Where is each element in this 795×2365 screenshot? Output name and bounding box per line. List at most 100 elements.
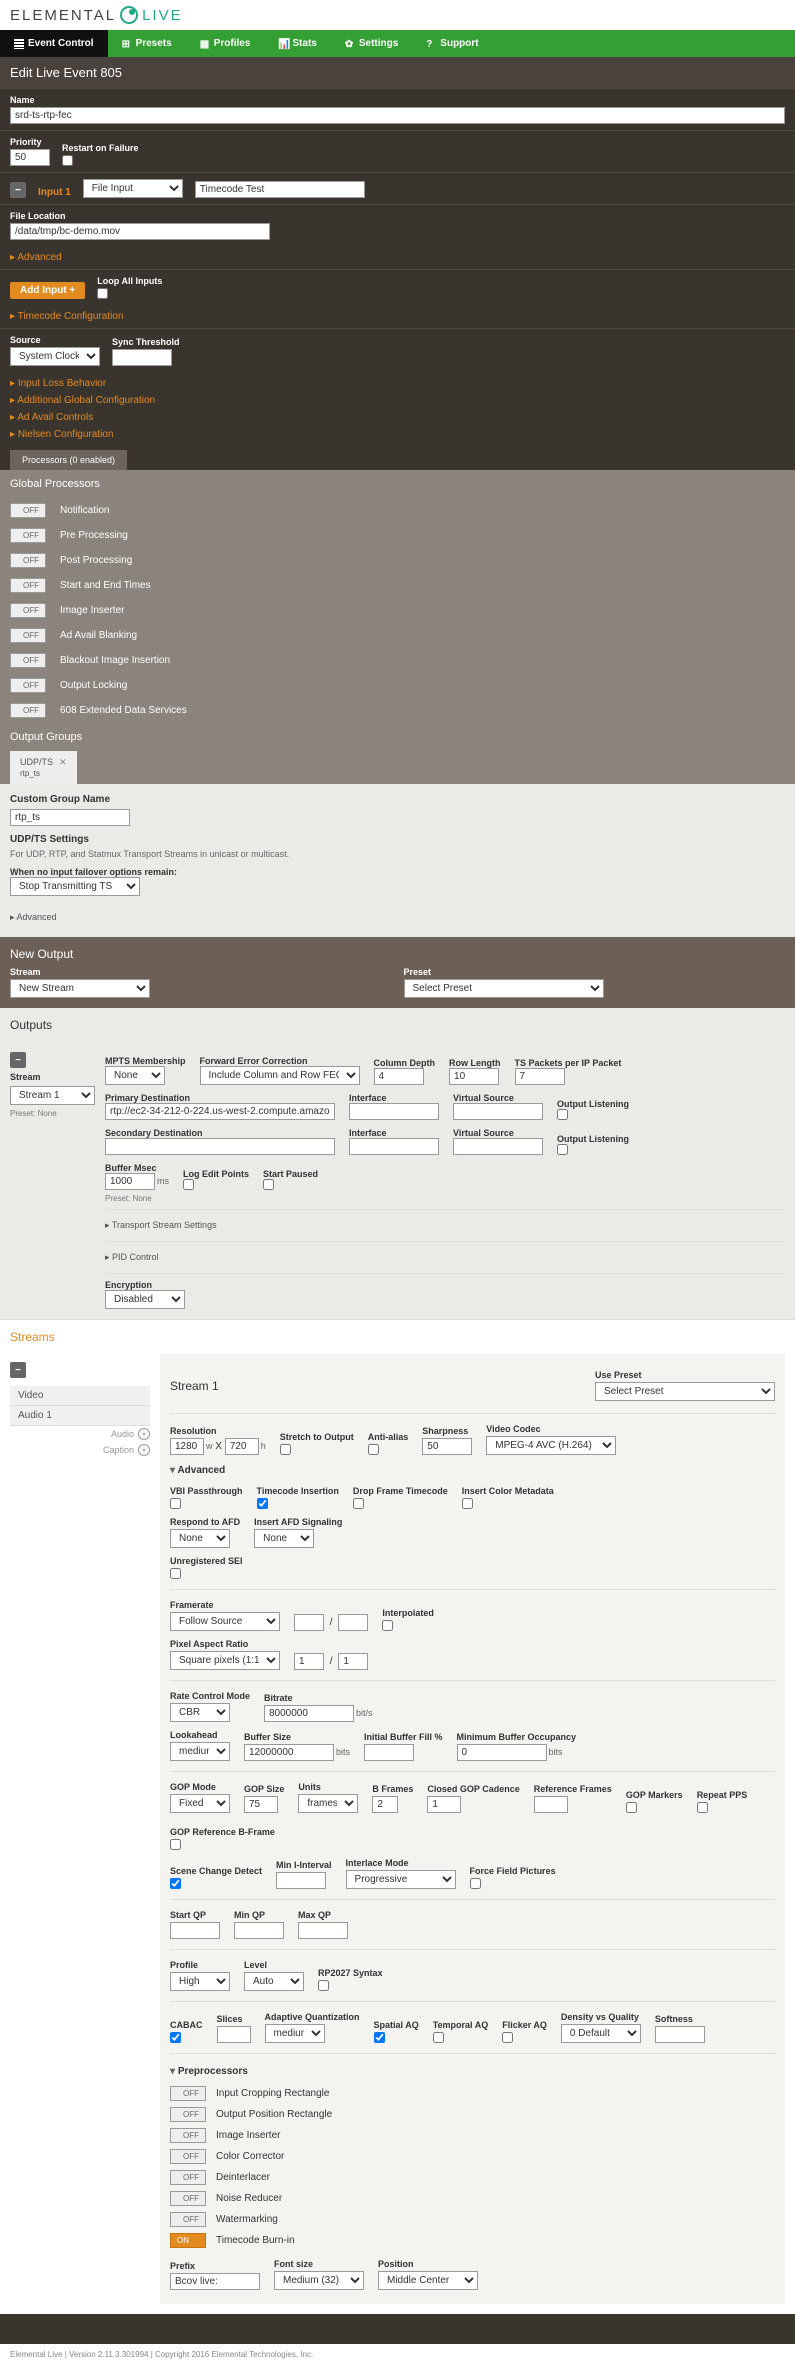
res-w-input[interactable] [170, 1438, 204, 1455]
toggle-color-corrector[interactable]: OFF [170, 2149, 206, 2164]
use-preset-select[interactable]: Select Preset [595, 1382, 775, 1401]
add-input-button[interactable]: Add Input + [10, 282, 85, 299]
rate-control-select[interactable]: CBR [170, 1703, 230, 1722]
toggle-image-inserter[interactable]: OFF [10, 603, 46, 618]
profile-select[interactable]: High [170, 1972, 230, 1991]
column-depth-input[interactable] [374, 1068, 424, 1085]
timecode-insertion-checkbox[interactable] [257, 1498, 268, 1509]
font-size-select[interactable]: Medium (32) [274, 2271, 364, 2290]
par-den-input[interactable] [338, 1653, 368, 1670]
gop-ref-bframe-checkbox[interactable] [170, 1839, 181, 1850]
scene-change-checkbox[interactable] [170, 1878, 181, 1889]
temporal-aq-checkbox[interactable] [433, 2032, 444, 2043]
min-i-interval-input[interactable] [276, 1872, 326, 1889]
toggle-start-end-times[interactable]: OFF [10, 578, 46, 593]
force-field-checkbox[interactable] [470, 1878, 481, 1889]
closed-gop-input[interactable] [427, 1796, 461, 1813]
primary-output-listening-checkbox[interactable] [557, 1109, 568, 1120]
secondary-interface-input[interactable] [349, 1138, 439, 1155]
interpolated-checkbox[interactable] [382, 1620, 393, 1631]
start-paused-checkbox[interactable] [263, 1179, 274, 1190]
ad-avail-controls-link[interactable]: Ad Avail Controls [10, 412, 785, 423]
input-type-select[interactable]: File Input [83, 179, 183, 198]
log-edit-points-checkbox[interactable] [183, 1179, 194, 1190]
additional-global-config-link[interactable]: Additional Global Configuration [10, 395, 785, 406]
level-select[interactable]: Auto [244, 1972, 304, 1991]
min-buffer-occupancy-input[interactable] [457, 1744, 547, 1761]
max-qp-input[interactable] [298, 1922, 348, 1939]
gop-size-input[interactable] [244, 1796, 278, 1813]
toggle-deinterlacer[interactable]: OFF [170, 2170, 206, 2185]
toggle-608-extended[interactable]: OFF [10, 703, 46, 718]
secondary-virtual-source-input[interactable] [453, 1138, 543, 1155]
start-qp-input[interactable] [170, 1922, 220, 1939]
priority-input[interactable] [10, 149, 50, 166]
sync-threshold-input[interactable] [112, 349, 172, 366]
toggle-timecode-burnin[interactable]: ON [170, 2233, 206, 2248]
custom-group-name-input[interactable] [10, 809, 130, 826]
prefix-input[interactable] [170, 2273, 260, 2290]
vbi-checkbox[interactable] [170, 1498, 181, 1509]
insert-color-checkbox[interactable] [462, 1498, 473, 1509]
row-length-input[interactable] [449, 1068, 499, 1085]
min-qp-input[interactable] [234, 1922, 284, 1939]
toggle-image-inserter-pp[interactable]: OFF [170, 2128, 206, 2143]
toggle-noise-reducer[interactable]: OFF [170, 2191, 206, 2206]
add-caption-button[interactable]: Caption+ [10, 1442, 150, 1458]
pid-control-toggle[interactable]: PID Control [105, 1248, 785, 1267]
lookahead-select[interactable]: medium [170, 1742, 230, 1761]
insert-afd-select[interactable]: None [254, 1529, 314, 1548]
nav-event-control[interactable]: Event Control [0, 30, 108, 57]
buffer-msec-input[interactable] [105, 1173, 155, 1190]
output-group-tab[interactable]: UDP/TS✕ rtp_ts [10, 751, 77, 784]
sidebar-video[interactable]: Video [10, 1386, 150, 1406]
add-audio-button[interactable]: Audio+ [10, 1426, 150, 1442]
processors-tab[interactable]: Processors (0 enabled) [10, 450, 127, 470]
rp2027-checkbox[interactable] [318, 1980, 329, 1991]
remove-stream-button[interactable]: − [10, 1362, 26, 1378]
stream-advanced-toggle[interactable]: Advanced [170, 1459, 775, 1482]
sidebar-audio1[interactable]: Audio 1 [10, 1406, 150, 1426]
spatial-aq-checkbox[interactable] [374, 2032, 385, 2043]
toggle-output-locking[interactable]: OFF [10, 678, 46, 693]
close-icon[interactable]: ✕ [59, 757, 67, 767]
secondary-output-listening-checkbox[interactable] [557, 1144, 568, 1155]
new-preset-select[interactable]: Select Preset [404, 979, 604, 998]
toggle-output-position[interactable]: OFF [170, 2107, 206, 2122]
framerate-den-input[interactable] [338, 1614, 368, 1631]
file-location-input[interactable] [10, 223, 270, 240]
input-loss-behavior-link[interactable]: Input Loss Behavior [10, 378, 785, 389]
remove-output-button[interactable]: − [10, 1052, 26, 1068]
initial-buffer-fill-input[interactable] [364, 1744, 414, 1761]
ts-packets-input[interactable] [515, 1068, 565, 1085]
remove-input-button[interactable]: − [10, 182, 26, 198]
primary-interface-input[interactable] [349, 1103, 439, 1120]
nav-profiles[interactable]: ▦Profiles [186, 30, 265, 57]
transport-stream-settings-toggle[interactable]: Transport Stream Settings [105, 1216, 785, 1235]
toggle-watermarking[interactable]: OFF [170, 2212, 206, 2227]
nav-stats[interactable]: 📊Stats [264, 30, 330, 57]
framerate-select[interactable]: Follow Source [170, 1612, 280, 1631]
secondary-dest-input[interactable] [105, 1138, 335, 1155]
nav-settings[interactable]: ✿Settings [331, 30, 412, 57]
toggle-blackout-image[interactable]: OFF [10, 653, 46, 668]
par-select[interactable]: Square pixels (1:1) [170, 1651, 280, 1670]
advanced-toggle-input[interactable]: Advanced [10, 252, 785, 263]
toggle-preprocessing[interactable]: OFF [10, 528, 46, 543]
bitrate-input[interactable] [264, 1705, 354, 1722]
tc-source-select[interactable]: System Clock [10, 347, 100, 366]
bframes-input[interactable] [372, 1796, 398, 1813]
restart-checkbox[interactable] [62, 155, 73, 166]
gop-units-select[interactable]: frames [298, 1794, 358, 1813]
preprocessors-toggle[interactable]: Preprocessors [170, 2060, 775, 2083]
timecode-config-toggle[interactable]: Timecode Configuration [10, 311, 785, 322]
mpts-select[interactable]: None [105, 1066, 165, 1085]
toggle-input-cropping[interactable]: OFF [170, 2086, 206, 2101]
primary-virtual-source-input[interactable] [453, 1103, 543, 1120]
antialias-checkbox[interactable] [368, 1444, 379, 1455]
dropframe-checkbox[interactable] [353, 1498, 364, 1509]
failover-select[interactable]: Stop Transmitting TS [10, 877, 140, 896]
adaptive-quant-select[interactable]: medium [265, 2024, 325, 2043]
nav-presets[interactable]: ⊞Presets [108, 30, 186, 57]
toggle-postprocessing[interactable]: OFF [10, 553, 46, 568]
